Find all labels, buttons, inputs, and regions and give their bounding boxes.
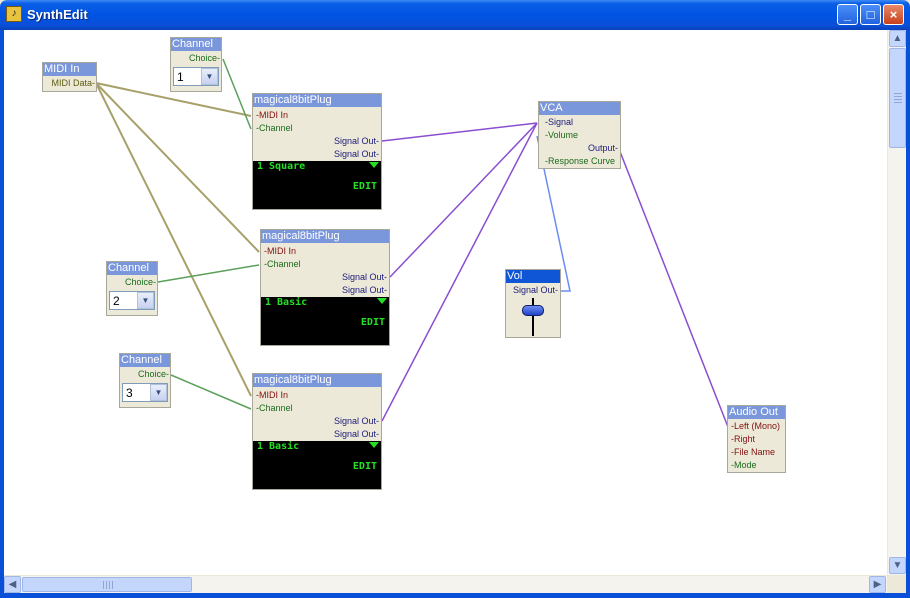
grip-icon xyxy=(894,93,902,103)
scroll-right-button[interactable]: ▶ xyxy=(869,576,886,593)
wire-audio-plug1[interactable] xyxy=(381,122,538,142)
preset-name: 1 Basic xyxy=(265,297,308,308)
select-value: 3 xyxy=(126,386,133,400)
window-title: SynthEdit xyxy=(27,7,88,22)
module-title: magical8bitPlug xyxy=(253,94,381,107)
wire-channel1[interactable] xyxy=(222,58,252,130)
module-channel-2[interactable]: Channel Choice- 2 ▼ xyxy=(106,261,158,316)
wire-midi-plug2[interactable] xyxy=(95,82,260,253)
preset-dropdown-icon[interactable] xyxy=(369,162,379,168)
edit-button[interactable]: EDIT xyxy=(361,317,385,328)
chevron-down-icon[interactable]: ▼ xyxy=(201,68,218,85)
scroll-down-button[interactable]: ▼ xyxy=(889,557,906,574)
pin-response-curve[interactable]: -Response Curve xyxy=(545,156,615,167)
select-value: 2 xyxy=(113,294,120,308)
module-title: VCA xyxy=(539,102,620,115)
volume-slider-knob[interactable] xyxy=(522,305,544,316)
module-title: magical8bitPlug xyxy=(253,374,381,387)
wire-vca-audio-out[interactable] xyxy=(618,148,729,428)
module-audio-out[interactable]: Audio Out -Left (Mono) -Right -File Name… xyxy=(727,405,786,473)
pin-signal-out-2[interactable]: Signal Out- xyxy=(334,149,379,160)
horizontal-scroll-thumb[interactable] xyxy=(22,577,192,592)
plugin-display[interactable]: 1 Square EDIT xyxy=(253,161,381,209)
horizontal-scrollbar[interactable]: ◀ ▶ xyxy=(4,575,887,593)
module-magical8bitplug-3[interactable]: magical8bitPlug -MIDI In -Channel Signal… xyxy=(252,373,382,490)
module-title: Channel xyxy=(171,38,221,51)
channel-3-select[interactable]: 3 ▼ xyxy=(122,383,168,402)
preset-name: 1 Square xyxy=(257,161,306,172)
pin-midi-in[interactable]: -MIDI In xyxy=(256,390,288,401)
scroll-up-button[interactable]: ▲ xyxy=(889,30,906,47)
scroll-left-button[interactable]: ◀ xyxy=(4,576,21,593)
wire-channel3[interactable] xyxy=(170,374,252,410)
pin-file-name[interactable]: -File Name xyxy=(731,447,775,458)
module-title: Audio Out xyxy=(728,406,785,419)
pin-choice[interactable]: Choice- xyxy=(125,277,156,288)
edit-button[interactable]: EDIT xyxy=(353,461,377,472)
pin-signal-out-1[interactable]: Signal Out- xyxy=(342,272,387,283)
plugin-display[interactable]: 1 Basic EDIT xyxy=(253,441,381,489)
module-channel-3[interactable]: Channel Choice- 3 ▼ xyxy=(119,353,171,408)
pin-signal-out-2[interactable]: Signal Out- xyxy=(334,429,379,440)
pin-signal-out-1[interactable]: Signal Out- xyxy=(334,136,379,147)
module-title: Channel xyxy=(107,262,157,275)
edit-button[interactable]: EDIT xyxy=(353,181,377,192)
wire-audio-plug2[interactable] xyxy=(389,122,538,278)
wire-midi-plug3[interactable] xyxy=(95,82,252,397)
synthedit-app-icon[interactable]: ♪ xyxy=(6,6,22,22)
module-channel-1[interactable]: Channel Choice- 1 ▼ xyxy=(170,37,222,92)
pin-output[interactable]: Output- xyxy=(588,143,618,154)
module-magical8bitplug-1[interactable]: magical8bitPlug -MIDI In -Channel Signal… xyxy=(252,93,382,210)
module-vca[interactable]: VCA -Signal -Volume Output- -Response Cu… xyxy=(538,101,621,169)
grip-icon xyxy=(103,581,113,589)
chevron-down-icon[interactable]: ▼ xyxy=(150,384,167,401)
pin-signal-out-2[interactable]: Signal Out- xyxy=(342,285,387,296)
scrollbar-corner xyxy=(887,575,906,593)
pin-volume[interactable]: -Volume xyxy=(545,130,578,141)
pin-right[interactable]: -Right xyxy=(731,434,755,445)
pin-midi-data[interactable]: MIDI Data- xyxy=(51,78,95,89)
pin-left-mono[interactable]: -Left (Mono) xyxy=(731,421,780,432)
module-title: magical8bitPlug xyxy=(261,230,389,243)
maximize-button[interactable]: □ xyxy=(860,4,881,25)
title-bar[interactable]: ♪ SynthEdit _ □ × xyxy=(0,0,910,30)
module-title: MIDI In xyxy=(43,63,96,76)
chevron-down-icon[interactable]: ▼ xyxy=(137,292,154,309)
plugin-display[interactable]: 1 Basic EDIT xyxy=(261,297,389,345)
pin-signal[interactable]: -Signal xyxy=(545,117,573,128)
wire-channel2[interactable] xyxy=(157,264,260,283)
pin-choice[interactable]: Choice- xyxy=(138,369,169,380)
pin-channel[interactable]: -Channel xyxy=(256,403,293,414)
module-magical8bitplug-2[interactable]: magical8bitPlug -MIDI In -Channel Signal… xyxy=(260,229,390,346)
select-value: 1 xyxy=(177,70,184,84)
module-title: Vol xyxy=(506,270,560,283)
pin-mode[interactable]: -Mode xyxy=(731,460,757,471)
pin-signal-out-1[interactable]: Signal Out- xyxy=(334,416,379,427)
preset-dropdown-icon[interactable] xyxy=(369,442,379,448)
pin-channel[interactable]: -Channel xyxy=(256,123,293,134)
volume-slider-track[interactable] xyxy=(532,298,534,336)
patch-canvas[interactable]: MIDI In MIDI Data- Channel Choice- 1 ▼ C… xyxy=(4,30,887,575)
pin-channel[interactable]: -Channel xyxy=(264,259,301,270)
module-vol[interactable]: Vol Signal Out- xyxy=(505,269,561,338)
vertical-scrollbar[interactable]: ▲ ▼ xyxy=(887,30,906,575)
pin-choice[interactable]: Choice- xyxy=(189,53,220,64)
pin-midi-in[interactable]: -MIDI In xyxy=(264,246,296,257)
minimize-button[interactable]: _ xyxy=(837,4,858,25)
preset-name: 1 Basic xyxy=(257,441,300,452)
pin-midi-in[interactable]: -MIDI In xyxy=(256,110,288,121)
close-button[interactable]: × xyxy=(883,4,904,25)
module-title: Channel xyxy=(120,354,170,367)
module-midi-in[interactable]: MIDI In MIDI Data- xyxy=(42,62,97,92)
vertical-scroll-thumb[interactable] xyxy=(889,48,906,148)
channel-1-select[interactable]: 1 ▼ xyxy=(173,67,219,86)
pin-signal-out[interactable]: Signal Out- xyxy=(513,285,558,296)
channel-2-select[interactable]: 2 ▼ xyxy=(109,291,155,310)
preset-dropdown-icon[interactable] xyxy=(377,298,387,304)
